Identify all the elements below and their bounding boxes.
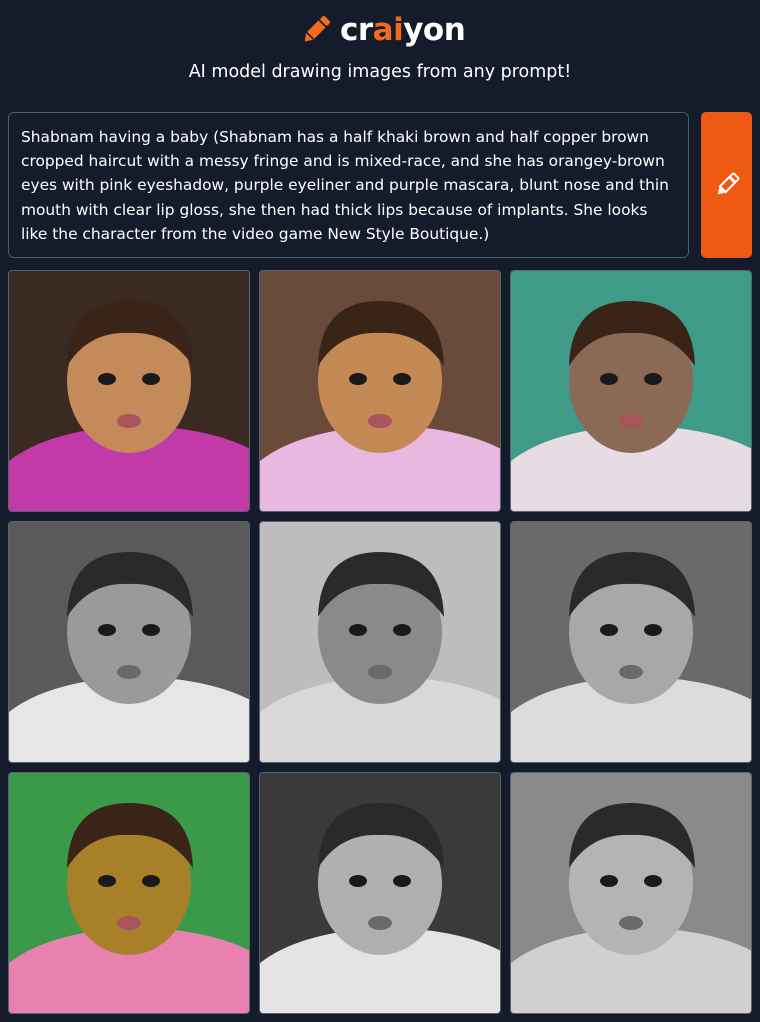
image-content [511, 522, 751, 762]
image-content [9, 773, 249, 1013]
logo-accent: ai [372, 12, 404, 48]
generated-image-1[interactable] [8, 270, 250, 512]
image-content [260, 773, 500, 1013]
pencil-icon [717, 172, 739, 195]
generated-image-7[interactable] [8, 772, 250, 1014]
craiyon-logo[interactable]: craiyon [298, 10, 466, 50]
logo-prefix: cr [340, 12, 373, 48]
header: craiyon AI model drawing images from any… [0, 0, 760, 112]
generated-image-8[interactable] [259, 772, 501, 1014]
generated-image-4[interactable] [8, 521, 250, 763]
image-content [260, 271, 500, 511]
results-grid [8, 270, 752, 1014]
image-content [260, 522, 500, 762]
generated-image-2[interactable] [259, 270, 501, 512]
generated-image-3[interactable] [510, 270, 752, 512]
logo-wordmark: craiyon [340, 10, 466, 50]
draw-button[interactable] [701, 112, 752, 258]
prompt-input[interactable]: Shabnam having a baby (Shabnam has a hal… [8, 112, 689, 258]
tagline: AI model drawing images from any prompt! [188, 62, 572, 82]
generated-image-9[interactable] [510, 772, 752, 1014]
image-content [511, 271, 751, 511]
pencil-icon [304, 15, 331, 42]
image-content [9, 522, 249, 762]
image-content [511, 773, 751, 1013]
logo-suffix: yon [403, 12, 466, 48]
image-content [9, 271, 249, 511]
generated-image-6[interactable] [510, 521, 752, 763]
generated-image-5[interactable] [259, 521, 501, 763]
